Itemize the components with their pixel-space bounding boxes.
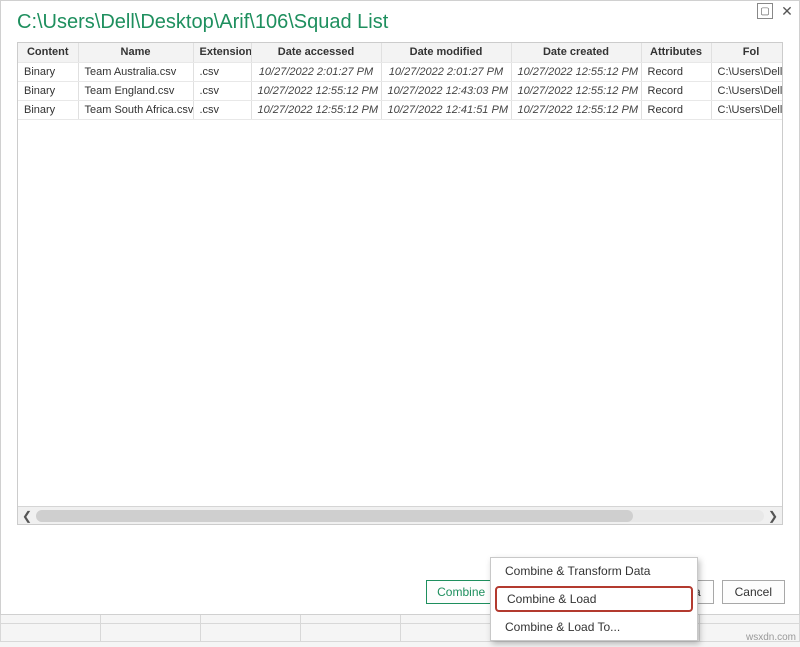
table-row[interactable]: Binary Team South Africa.csv .csv 10/27/… [18,100,783,119]
table-row[interactable]: Binary Team England.csv .csv 10/27/2022 … [18,81,783,100]
col-header-name[interactable]: Name [78,43,193,62]
col-header-date-modified[interactable]: Date modified [381,43,511,62]
combine-label: Combine [427,581,495,603]
window-controls: ▢ ✕ [757,3,795,19]
combine-load-item[interactable]: Combine & Load [495,586,693,612]
cell-date-accessed: 10/27/2022 12:55:12 PM [251,100,381,119]
col-header-extension[interactable]: Extension [193,43,251,62]
file-list-table: Content Name Extension Date accessed Dat… [18,43,783,120]
cell-date-created: 10/27/2022 12:55:12 PM [511,81,641,100]
close-button[interactable]: ✕ [779,3,795,19]
col-header-date-accessed[interactable]: Date accessed [251,43,381,62]
cell-attributes: Record [641,100,711,119]
cell-date-modified: 10/27/2022 12:43:03 PM [381,81,511,100]
watermark-text: wsxdn.com [746,632,796,643]
combine-transform-data-item[interactable]: Combine & Transform Data [491,558,697,584]
cell-date-accessed: 10/27/2022 12:55:12 PM [251,81,381,100]
cell-date-modified: 10/27/2022 12:41:51 PM [381,100,511,119]
cell-name: Team England.csv [78,81,193,100]
cell-attributes: Record [641,81,711,100]
scrollbar-track[interactable] [36,510,764,522]
power-query-preview-window: ▢ ✕ C:\Users\Dell\Desktop\Arif\106\Squad… [0,0,800,615]
col-header-attributes[interactable]: Attributes [641,43,711,62]
scroll-left-icon[interactable]: ❮ [18,508,36,524]
horizontal-scrollbar[interactable]: ❮ ❯ [18,506,782,524]
folder-path-breadcrumb: C:\Users\Dell\Desktop\Arif\106\Squad Lis… [1,1,799,42]
cell-attributes: Record [641,62,711,81]
cell-folder: C:\Users\Dell\De [711,81,783,100]
combine-load-to-item[interactable]: Combine & Load To... [491,614,697,640]
scroll-right-icon[interactable]: ❯ [764,508,782,524]
cell-extension: .csv [193,100,251,119]
cell-date-created: 10/27/2022 12:55:12 PM [511,100,641,119]
table-header-row: Content Name Extension Date accessed Dat… [18,43,783,62]
cell-date-created: 10/27/2022 12:55:12 PM [511,62,641,81]
cell-folder: C:\Users\Dell\De [711,62,783,81]
cell-content: Binary [18,100,78,119]
combine-dropdown-menu: Combine & Transform Data Combine & Load … [490,557,698,641]
cell-date-modified: 10/27/2022 2:01:27 PM [381,62,511,81]
cancel-button[interactable]: Cancel [722,580,785,604]
file-list-table-container: Content Name Extension Date accessed Dat… [17,42,783,525]
cell-content: Binary [18,81,78,100]
col-header-folder[interactable]: Fol [711,43,783,62]
col-header-content[interactable]: Content [18,43,78,62]
cell-folder: C:\Users\Dell\De [711,100,783,119]
cell-name: Team Australia.csv [78,62,193,81]
scrollbar-thumb[interactable] [36,510,633,522]
cell-content: Binary [18,62,78,81]
table-row[interactable]: Binary Team Australia.csv .csv 10/27/202… [18,62,783,81]
col-header-date-created[interactable]: Date created [511,43,641,62]
cell-name: Team South Africa.csv [78,100,193,119]
cell-extension: .csv [193,62,251,81]
cell-date-accessed: 10/27/2022 2:01:27 PM [251,62,381,81]
maximize-button[interactable]: ▢ [757,3,773,19]
cell-extension: .csv [193,81,251,100]
